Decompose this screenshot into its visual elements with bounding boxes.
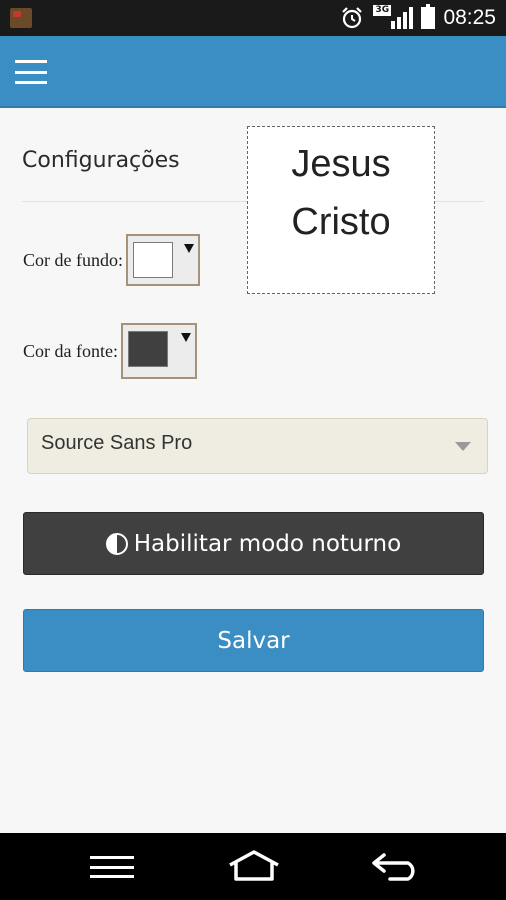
menu-icon[interactable] (90, 856, 134, 878)
font-color-label: Cor da fonte: (23, 340, 118, 361)
status-bar: 3G 08:25 (0, 0, 506, 36)
preview-line-2: Cristo (291, 201, 391, 243)
app-bar (0, 36, 506, 108)
back-icon[interactable] (370, 851, 422, 881)
font-family-selected: Source Sans Pro (41, 432, 193, 454)
alarm-clock-icon (339, 5, 365, 31)
page-title: Configurações (22, 148, 180, 173)
background-color-swatch (132, 242, 173, 278)
dropdown-arrow-icon (183, 244, 194, 253)
contrast-icon (105, 532, 128, 555)
font-family-select[interactable]: Source Sans Pro (27, 418, 488, 474)
app-notification-icon (10, 8, 32, 28)
background-color-row: Cor de fundo: (23, 234, 200, 286)
font-color-swatch (127, 331, 168, 367)
save-button-label: Salvar (217, 627, 290, 654)
status-time: 08:25 (443, 6, 496, 29)
night-mode-button[interactable]: Habilitar modo noturno (23, 512, 484, 575)
battery-icon (421, 4, 436, 29)
background-color-picker[interactable] (125, 234, 200, 286)
settings-panel: Configurações Jesus Cristo Cor de fundo:… (0, 108, 506, 833)
preview-line-1: Jesus (291, 143, 391, 185)
dropdown-arrow-icon (180, 333, 191, 342)
chevron-down-icon (455, 442, 471, 451)
save-button[interactable]: Salvar (23, 609, 484, 672)
background-color-label: Cor de fundo: (23, 249, 123, 270)
status-icons: 3G 08:25 (339, 0, 496, 36)
night-mode-button-label: Habilitar modo noturno (133, 530, 402, 557)
text-preview-box: Jesus Cristo (247, 126, 435, 294)
navigation-bar (0, 833, 506, 900)
menu-icon[interactable] (15, 60, 47, 84)
font-color-picker[interactable] (120, 323, 197, 379)
signal-3g-icon: 3G (373, 5, 414, 31)
font-color-row: Cor da fonte: (23, 323, 197, 379)
network-type-label: 3G (373, 5, 392, 16)
home-icon[interactable] (226, 849, 282, 883)
